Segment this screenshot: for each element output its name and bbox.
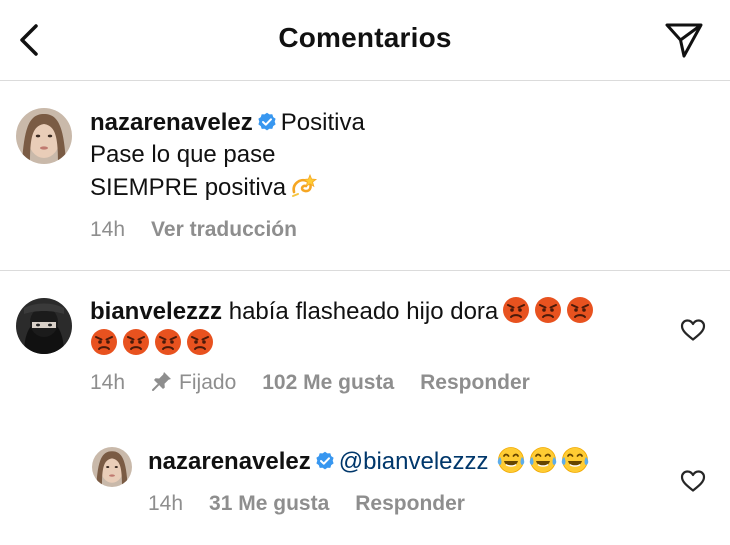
like-count[interactable]: 31 Me gusta [209, 492, 329, 515]
laughing-tears-emoji-icon [529, 446, 557, 474]
caption-line-3-text: SIEMPRE positiva [90, 174, 287, 201]
like-button[interactable] [680, 318, 706, 342]
caption-line-2: Pase lo que pase [90, 141, 276, 168]
angry-face-emoji-icon [566, 296, 594, 324]
dizzy-emoji-icon [290, 172, 318, 200]
angry-face-emoji-icon [122, 328, 150, 356]
reply-button[interactable]: Responder [420, 371, 530, 394]
avatar[interactable] [16, 108, 72, 164]
angry-face-emoji-icon [154, 328, 182, 356]
see-translation-link[interactable]: Ver traducción [151, 218, 297, 241]
angry-face-emoji-icon [534, 296, 562, 324]
caption-text: Positiva [280, 109, 365, 136]
reply-meta: 14h 31 Me gusta Responder [148, 492, 491, 516]
angry-face-emoji-icon [90, 328, 118, 356]
caption-first-line: nazarenavelez Positiva [90, 108, 365, 138]
like-button[interactable] [680, 469, 706, 493]
pin-icon [151, 370, 173, 392]
laughing-tears-emoji-icon [561, 446, 589, 474]
comment-meta: 14h Fijado 102 Me gusta Responder [90, 370, 556, 395]
reply-username[interactable]: nazarenavelez [148, 448, 311, 475]
avatar[interactable] [16, 298, 72, 354]
reply-button[interactable]: Responder [355, 492, 465, 515]
heart-icon [680, 319, 706, 341]
angry-face-emoji-icon [502, 296, 530, 324]
like-count[interactable]: 102 Me gusta [262, 371, 394, 394]
laughing-tears-emoji-icon [497, 446, 525, 474]
avatar[interactable] [92, 447, 132, 487]
mention-link[interactable]: @bianvelezzz [339, 448, 489, 475]
comment-username[interactable]: bianvelezzz [90, 298, 222, 325]
caption-timestamp: 14h [90, 218, 126, 241]
verified-badge-icon [315, 449, 335, 470]
comment-text: había flasheado hijo dora [228, 298, 499, 325]
comment-first-line: bianvelezzz había flasheado hijo dora [90, 296, 594, 327]
heart-icon [680, 470, 706, 492]
pinned-label: Fijado [179, 371, 237, 394]
comment-second-line [86, 328, 214, 359]
angry-face-emoji-icon [186, 328, 214, 356]
reply-line: nazarenavelez @bianvelezzz [148, 446, 589, 477]
caption-line-3: SIEMPRE positiva [90, 172, 318, 203]
caption-section: nazarenavelez Positiva Pase lo que pase S… [0, 0, 730, 271]
caption-meta: 14h Ver traducción [90, 218, 323, 242]
comment-timestamp: 14h [90, 371, 126, 394]
pinned-indicator: Fijado [151, 371, 236, 394]
caption-username[interactable]: nazarenavelez [90, 109, 253, 136]
verified-badge-icon [257, 110, 277, 131]
reply-timestamp: 14h [148, 492, 184, 515]
